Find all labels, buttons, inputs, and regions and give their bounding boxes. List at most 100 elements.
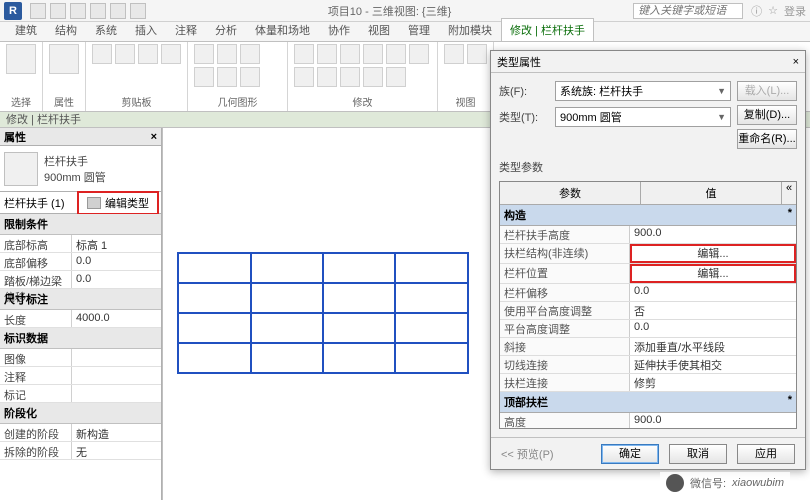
length-value[interactable]: 4000.0 — [72, 310, 161, 327]
landing-height-value[interactable]: 0.0 — [630, 320, 796, 337]
array-icon[interactable] — [363, 44, 383, 64]
cat-identity[interactable]: 标识数据 — [0, 328, 161, 349]
cat-constraints[interactable]: 限制条件 — [0, 214, 161, 235]
trim-icon[interactable] — [409, 44, 429, 64]
angled-joins-value[interactable]: 添加垂直/水平线段 — [630, 338, 796, 355]
splitf-icon[interactable] — [194, 67, 214, 87]
login-link[interactable]: 登录 — [784, 3, 806, 19]
qat-save-icon[interactable] — [50, 3, 66, 19]
copy-icon[interactable] — [138, 44, 158, 64]
collapse-icon[interactable]: « — [782, 182, 796, 204]
demolish-icon[interactable] — [240, 67, 260, 87]
user-icon[interactable]: ☆ — [768, 4, 778, 17]
paste-icon[interactable] — [92, 44, 112, 64]
tab-sys[interactable]: 系统 — [86, 18, 126, 41]
header-param[interactable]: 参数 — [500, 182, 641, 204]
delete-icon[interactable] — [386, 67, 406, 87]
type-params-grid: 参数 值 « 构造* 栏杆扶手高度900.0 扶栏结构(非连续)编辑... 栏杆… — [499, 181, 797, 429]
phase-created-value[interactable]: 新构造 — [72, 424, 161, 441]
base-level-value[interactable]: 标高 1 — [72, 235, 161, 252]
mark-value[interactable] — [72, 385, 161, 402]
pin-icon[interactable] — [363, 67, 383, 87]
preview-toggle[interactable]: << 预览(P) — [501, 446, 591, 462]
tab-struct[interactable]: 结构 — [46, 18, 86, 41]
wechat-icon — [666, 474, 684, 492]
dialog-title: 类型属性 — [497, 54, 541, 70]
base-offset-value[interactable]: 0.0 — [72, 253, 161, 270]
header-value[interactable]: 值 — [641, 182, 782, 204]
search-input[interactable] — [633, 3, 743, 19]
use-landing-value[interactable]: 否 — [630, 302, 796, 319]
qat-redo-icon[interactable] — [90, 3, 106, 19]
paint-icon[interactable] — [217, 67, 237, 87]
apply-button[interactable]: 应用 — [737, 444, 795, 464]
railing-model[interactable] — [173, 248, 473, 398]
family-combo[interactable]: 系统族: 栏杆扶手▼ — [555, 81, 731, 101]
split-icon[interactable] — [294, 67, 314, 87]
app-logo: R — [4, 2, 22, 20]
phase-demo-value[interactable]: 无 — [72, 442, 161, 459]
mirror-icon[interactable] — [340, 44, 360, 64]
tab-view[interactable]: 视图 — [359, 18, 399, 41]
match-icon[interactable] — [161, 44, 181, 64]
tab-collab[interactable]: 协作 — [319, 18, 359, 41]
group-select: 选择 — [6, 94, 36, 109]
tangent-joins-value[interactable]: 延伸扶手使其相交 — [630, 356, 796, 373]
select-icon[interactable] — [6, 44, 36, 74]
rail-structure-button[interactable]: 编辑... — [630, 244, 796, 263]
load-button[interactable]: 载入(L)... — [737, 81, 797, 101]
tab-manage[interactable]: 管理 — [399, 18, 439, 41]
rail-connections-value[interactable]: 修剪 — [630, 374, 796, 391]
tab-insert[interactable]: 插入 — [126, 18, 166, 41]
move-icon[interactable] — [294, 44, 314, 64]
cut-icon[interactable] — [115, 44, 135, 64]
tab-anno[interactable]: 注释 — [166, 18, 206, 41]
instance-count[interactable]: 栏杆扶手 (1) — [0, 195, 77, 211]
section-toprail[interactable]: 顶部扶栏 — [504, 394, 548, 410]
cancel-button[interactable]: 取消 — [669, 444, 727, 464]
chevron-down-icon: ▼ — [717, 86, 726, 96]
rotate-icon[interactable] — [317, 44, 337, 64]
view3d-icon[interactable] — [444, 44, 464, 64]
type-thumbnail[interactable] — [4, 152, 38, 186]
cope-icon[interactable] — [194, 44, 214, 64]
cat-phasing[interactable]: 阶段化 — [0, 403, 161, 424]
section-construction[interactable]: 构造 — [504, 207, 526, 223]
baluster-offset-value[interactable]: 0.0 — [630, 284, 796, 301]
baluster-placement-button[interactable]: 编辑... — [630, 264, 796, 283]
align-icon[interactable] — [340, 67, 360, 87]
props-icon[interactable] — [49, 44, 79, 74]
qat-undo-icon[interactable] — [70, 3, 86, 19]
cutgeom-icon[interactable] — [217, 44, 237, 64]
ok-button[interactable]: 确定 — [601, 444, 659, 464]
edit-type-icon — [87, 197, 101, 209]
tab-arch[interactable]: 建筑 — [6, 18, 46, 41]
duplicate-button[interactable]: 复制(D)... — [737, 105, 797, 125]
info-icon[interactable]: ⓘ — [751, 3, 762, 19]
dialog-close-icon[interactable]: × — [793, 56, 799, 68]
comments-value[interactable] — [72, 367, 161, 384]
type-combo[interactable]: 900mm 圆管▼ — [555, 107, 731, 127]
qat-more-icon[interactable] — [130, 3, 146, 19]
tab-modify-railing[interactable]: 修改 | 栏杆扶手 — [501, 18, 594, 41]
rail-height-value[interactable]: 900.0 — [630, 226, 796, 243]
qat-open-icon[interactable] — [30, 3, 46, 19]
tab-addins[interactable]: 附加模块 — [439, 18, 501, 41]
family-label: 族(F): — [499, 83, 549, 99]
image-value[interactable] — [72, 349, 161, 366]
tab-mass[interactable]: 体量和场地 — [246, 18, 319, 41]
rename-button[interactable]: 重命名(R)... — [737, 129, 797, 149]
cat-dims[interactable]: 尺寸标注 — [0, 289, 161, 310]
close-icon[interactable]: × — [151, 131, 157, 143]
join-icon[interactable] — [240, 44, 260, 64]
type-sub: 900mm 圆管 — [44, 169, 157, 185]
group-modify: 修改 — [294, 94, 431, 109]
tread-offset-value[interactable]: 0.0 — [72, 271, 161, 288]
scale-icon[interactable] — [386, 44, 406, 64]
tab-analyze[interactable]: 分析 — [206, 18, 246, 41]
offset-icon[interactable] — [317, 67, 337, 87]
qat-print-icon[interactable] — [110, 3, 126, 19]
edit-type-button[interactable]: 编辑类型 — [77, 191, 159, 215]
section-icon[interactable] — [467, 44, 487, 64]
top-height-value[interactable]: 900.0 — [630, 413, 796, 429]
